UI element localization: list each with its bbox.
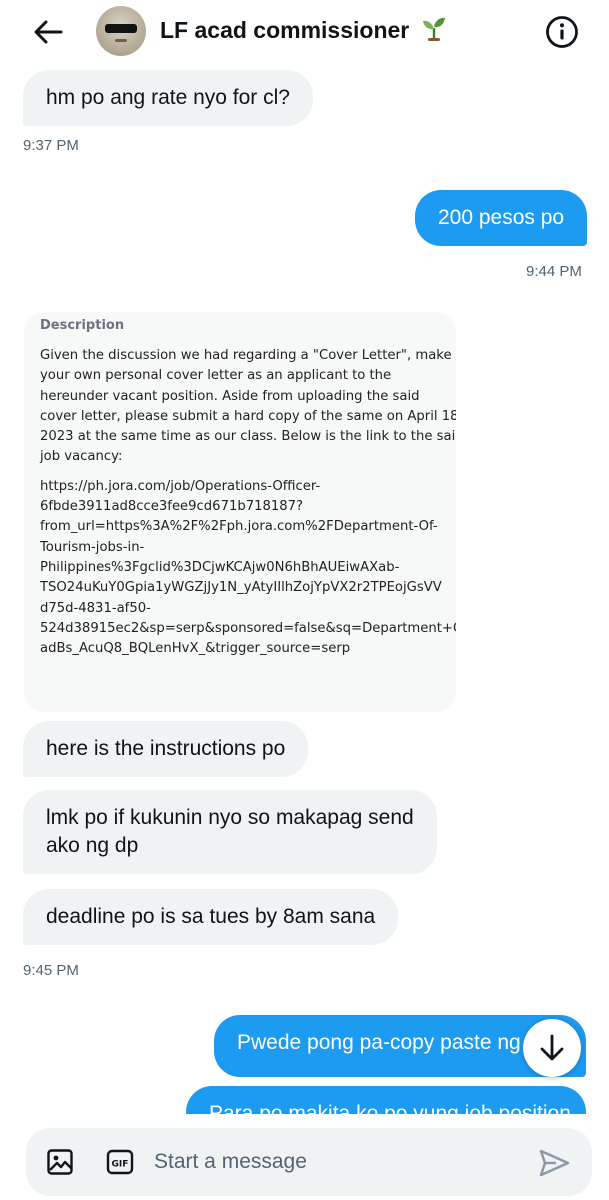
message-timestamp: 9:44 PM xyxy=(526,263,582,280)
message-timestamp: 9:37 PM xyxy=(23,137,79,154)
attachment-text-line: 524d38915ec2&sp=serp&sponsored=false&sq=… xyxy=(40,620,456,636)
gif-label: GIF xyxy=(112,1160,129,1170)
attachment-body: Given the discussion we had regarding a … xyxy=(40,346,456,660)
send-button[interactable] xyxy=(538,1148,570,1178)
conversation-title-text: LF acad commissioner xyxy=(160,17,410,44)
incoming-message[interactable]: deadline po is sa tues by 8am sana xyxy=(23,889,399,945)
attachment-text-line: TSO24uKuY0Gpia1yWGZjJy1N_yAtyIIlhZojYpVX… xyxy=(40,580,442,596)
incoming-message[interactable]: here is the instructions po xyxy=(23,721,309,777)
avatar[interactable] xyxy=(96,6,146,56)
send-icon xyxy=(539,1149,570,1177)
attachment-text-line: your own personal cover letter as an app… xyxy=(40,368,392,384)
attachment-text-line: 6fbde3911ad8cce3fee9cd671b718187? xyxy=(40,499,304,515)
incoming-message[interactable]: hm po ang rate nyo for cl? xyxy=(23,70,313,126)
avatar-sunglasses xyxy=(105,24,137,33)
outgoing-message[interactable]: 200 pesos po xyxy=(415,190,588,246)
attachment-description: Given the discussion we had regarding a … xyxy=(40,346,456,468)
conversation-title[interactable]: LF acad commissioner xyxy=(160,16,446,48)
attachment-text-line: https://ph.jora.com/job/Operations-Offic… xyxy=(40,478,321,494)
composer-bar: GIF xyxy=(0,1114,609,1200)
message-input[interactable] xyxy=(154,1146,504,1178)
attachment-text-line: adBs_AcuQ8_BQLenHvX_&trigger_source=serp xyxy=(40,641,351,657)
gif-icon[interactable]: GIF xyxy=(106,1148,134,1176)
conversation-header: LF acad commissioner xyxy=(0,0,609,64)
image-icon[interactable] xyxy=(46,1148,74,1176)
attachment-text-line: cover letter, please submit a hard copy … xyxy=(40,408,456,424)
incoming-message[interactable]: lmk po if kukunin nyo so makapag send ak… xyxy=(23,790,437,874)
attachment-text-line: from_url=https%3A%2F%2Fph.jora.com%2FDep… xyxy=(40,519,438,535)
attachment-text-line: Given the discussion we had regarding a … xyxy=(40,348,452,363)
avatar-mouth xyxy=(115,39,127,42)
message-timestamp: 9:45 PM xyxy=(23,962,79,979)
attachment-heading: Description xyxy=(40,318,125,333)
attachment-job-link: https://ph.jora.com/job/Operations-Offic… xyxy=(40,477,456,660)
back-button[interactable] xyxy=(28,14,68,50)
attachment-text-line: 2023 at the same time as our class. Belo… xyxy=(40,429,456,445)
message-line: lmk po if kukunin nyo so makapag send xyxy=(46,806,414,829)
message-line: ako ng dp xyxy=(46,834,139,857)
attachment-text-line: job vacancy: xyxy=(40,449,123,465)
attachment-text-line: Tourism-jobs-in- xyxy=(40,539,145,555)
conversation-info-button[interactable] xyxy=(544,14,580,50)
arrow-down-icon xyxy=(540,1034,564,1061)
attachment-text-line: Philippines%3Fgclid%3DCjwKCAjw0N6hBhAUEi… xyxy=(40,559,400,575)
scroll-to-bottom-button[interactable] xyxy=(523,1019,581,1077)
attachment-text-line: hereunder vacant position. Aside from up… xyxy=(40,388,420,404)
arrow-left-icon xyxy=(34,20,63,44)
message-composer: GIF xyxy=(26,1128,592,1196)
attachment-text-line: d75d-4831-af50- xyxy=(40,600,151,616)
image-attachment[interactable]: Description Given the discussion we had … xyxy=(24,312,456,712)
info-circle-icon xyxy=(546,16,578,48)
seedling-emoji-icon xyxy=(422,16,446,48)
